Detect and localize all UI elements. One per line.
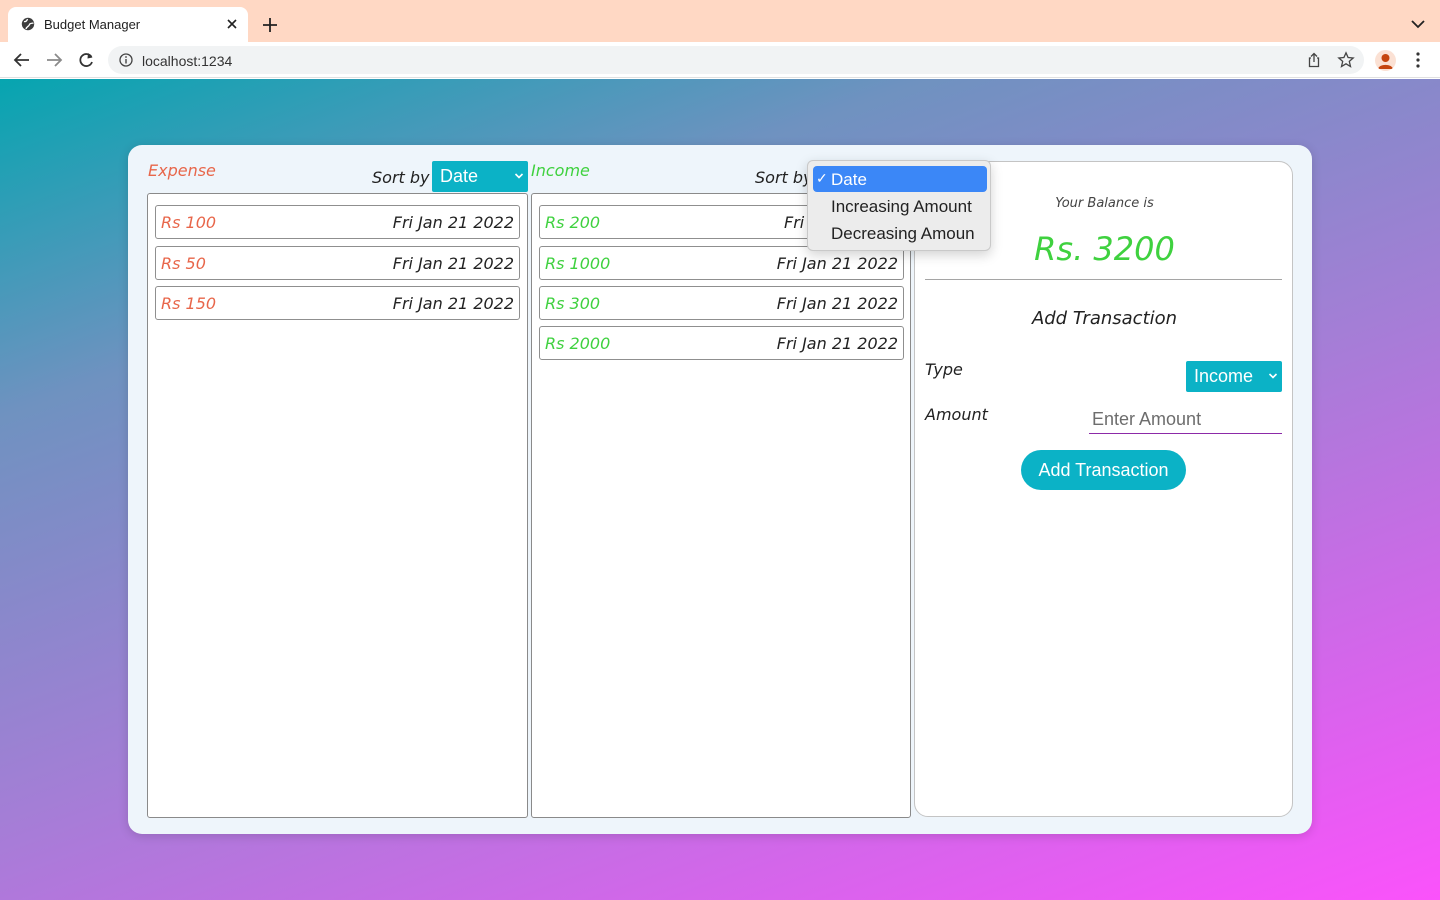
expense-date: Fri Jan 21 2022 xyxy=(392,294,514,313)
income-amount: Rs 1000 xyxy=(545,254,611,273)
sort-option-label: Date xyxy=(831,170,867,189)
amount-input[interactable] xyxy=(1089,406,1282,434)
amount-label: Amount xyxy=(925,405,988,424)
browser-menu-icon[interactable] xyxy=(1411,51,1425,69)
expense-sort-value: Date xyxy=(440,166,479,186)
expense-amount: Rs 50 xyxy=(161,254,206,273)
tab-search-chevron-icon[interactable] xyxy=(1409,17,1427,31)
sort-option-label: Decreasing Amoun xyxy=(831,224,975,243)
expense-amount: Rs 150 xyxy=(161,294,217,313)
income-date: Fri Jan 21 2022 xyxy=(776,294,898,313)
income-date: Fri xyxy=(784,213,805,232)
chevron-down-icon xyxy=(514,173,524,179)
browser-toolbar: localhost:1234 xyxy=(0,42,1440,78)
expense-date: Fri Jan 21 2022 xyxy=(392,213,514,232)
forward-arrow-icon[interactable] xyxy=(44,50,64,70)
type-label: Type xyxy=(925,360,963,379)
tab-title: Budget Manager xyxy=(44,17,141,32)
income-sort-label: Sort by xyxy=(755,168,813,187)
expense-sort-select[interactable]: Date xyxy=(432,161,528,192)
url-text: localhost:1234 xyxy=(142,53,233,69)
expense-sort-label: Sort by xyxy=(372,168,430,187)
checkmark-icon: ✓ xyxy=(816,170,828,186)
new-tab-icon[interactable] xyxy=(260,15,280,35)
income-amount: Rs 200 xyxy=(545,213,601,232)
share-icon[interactable] xyxy=(1306,52,1322,68)
sort-option-increasing[interactable]: Increasing Amount xyxy=(813,193,987,219)
sort-option-decreasing[interactable]: Decreasing Amoun xyxy=(813,220,987,246)
profile-avatar-icon[interactable] xyxy=(1375,50,1396,71)
expense-item[interactable]: Rs 50 Fri Jan 21 2022 xyxy=(155,246,520,280)
expense-item[interactable]: Rs 150 Fri Jan 21 2022 xyxy=(155,286,520,320)
income-item[interactable]: Rs 1000 Fri Jan 21 2022 xyxy=(539,246,904,280)
bookmark-star-icon[interactable] xyxy=(1337,51,1355,69)
income-item[interactable]: Rs 300 Fri Jan 21 2022 xyxy=(539,286,904,320)
income-sort-dropdown[interactable]: ✓ Date Increasing Amount Decreasing Amou… xyxy=(807,160,991,251)
balance-panel: Your Balance is Rs. 3200 Add Transaction… xyxy=(914,161,1293,817)
close-tab-icon[interactable] xyxy=(224,16,240,32)
back-arrow-icon[interactable] xyxy=(12,50,32,70)
add-transaction-title: Add Transaction xyxy=(1031,308,1178,329)
type-select[interactable]: Income xyxy=(1186,361,1282,392)
income-title: Income xyxy=(531,161,590,180)
chevron-down-icon xyxy=(1268,373,1278,379)
tab-strip: Budget Manager xyxy=(0,0,1440,42)
expense-title: Expense xyxy=(148,161,216,180)
income-item[interactable]: Rs 2000 Fri Jan 21 2022 xyxy=(539,326,904,360)
browser-tab[interactable]: Budget Manager xyxy=(8,7,248,42)
income-date: Fri Jan 21 2022 xyxy=(776,334,898,353)
site-info-icon[interactable] xyxy=(119,53,133,67)
expense-date: Fri Jan 21 2022 xyxy=(392,254,514,273)
income-date: Fri Jan 21 2022 xyxy=(776,254,898,273)
type-select-value: Income xyxy=(1194,366,1254,386)
expense-list: Rs 100 Fri Jan 21 2022 Rs 50 Fri Jan 21 … xyxy=(147,193,528,818)
expense-item[interactable]: Rs 100 Fri Jan 21 2022 xyxy=(155,205,520,239)
globe-icon xyxy=(21,17,35,31)
income-amount: Rs 300 xyxy=(545,294,601,313)
reload-icon[interactable] xyxy=(76,50,96,70)
address-bar[interactable]: localhost:1234 xyxy=(108,46,1364,74)
divider xyxy=(925,279,1282,280)
income-amount: Rs 2000 xyxy=(545,334,611,353)
page-background: Expense Sort by Date Rs 100 Fri Jan 21 2… xyxy=(0,79,1440,900)
expense-amount: Rs 100 xyxy=(161,213,217,232)
sort-option-date[interactable]: ✓ Date xyxy=(813,166,987,192)
add-transaction-button[interactable]: Add Transaction xyxy=(1021,450,1186,490)
sort-option-label: Increasing Amount xyxy=(831,197,972,216)
income-list: Rs 200 Fri Rs 1000 Fri Jan 21 2022 Rs 30… xyxy=(531,193,911,818)
budget-card: Expense Sort by Date Rs 100 Fri Jan 21 2… xyxy=(128,145,1312,834)
